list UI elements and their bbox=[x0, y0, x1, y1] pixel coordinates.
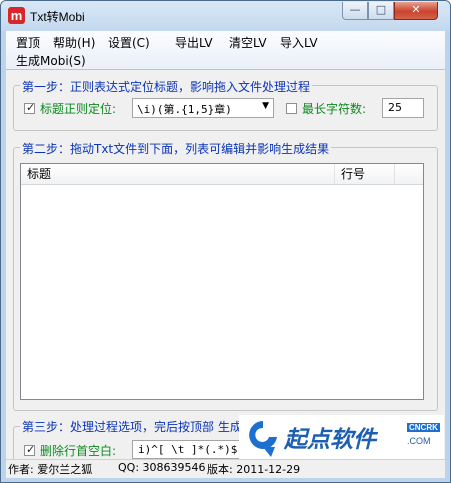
step1-legend: 第一步：正则表达式定位标题，影响拖入文件处理过程 bbox=[20, 78, 313, 95]
client-area: 第一步：正则表达式定位标题，影响拖入文件处理过程 ✓ 标题正则定位: \i)(第… bbox=[6, 70, 445, 459]
step2-legend: 第二步：拖动Txt文件到下面，列表可编辑并影响生成结果 bbox=[20, 140, 332, 157]
menu-bar: 置顶 帮助(H) 设置(C) 导出LV 清空LV 导入LV 生成Mobi(S) bbox=[6, 31, 445, 70]
chapter-list[interactable]: 标题 行号 bbox=[20, 163, 424, 400]
menu-generate-mobi[interactable]: 生成Mobi(S) bbox=[16, 52, 86, 69]
swirl-logo-icon bbox=[249, 421, 277, 457]
status-bar: 作者: 爱尔兰之狐 QQ: 308639546 版本: 2011-12-29 bbox=[6, 459, 445, 478]
menu-top[interactable]: 置顶 bbox=[16, 34, 40, 51]
status-author: 作者: 爱尔兰之狐 bbox=[8, 463, 93, 476]
maximize-button[interactable]: □ bbox=[368, 2, 394, 20]
window-title: Txt转Mobi bbox=[30, 10, 85, 24]
check-mark-icon: ✓ bbox=[26, 101, 36, 114]
regex-label: 标题正则定位: bbox=[40, 102, 117, 116]
check-mark-icon: ✓ bbox=[26, 443, 36, 456]
minimize-button[interactable]: — bbox=[342, 2, 368, 20]
watermark-sub: .COM bbox=[407, 436, 431, 446]
close-button[interactable]: ✕ bbox=[394, 2, 438, 20]
column-line[interactable]: 行号 bbox=[335, 164, 395, 184]
maxlen-label: 最长字符数: bbox=[302, 102, 367, 116]
watermark-text: 起点软件 bbox=[284, 427, 376, 453]
regex-value: \i)(第.{1,5}章) bbox=[137, 103, 232, 116]
menu-help[interactable]: 帮助(H) bbox=[53, 34, 95, 51]
regex-combo[interactable]: \i)(第.{1,5}章) ▼ bbox=[132, 98, 274, 118]
maxlen-input[interactable]: 25 bbox=[382, 98, 424, 118]
watermark-logo: 起点软件 CNCRK .COM bbox=[239, 415, 444, 459]
trim-input[interactable]: i)^[ \t ]*(.*)$ bbox=[132, 440, 244, 459]
menu-import-lv[interactable]: 导入LV bbox=[280, 34, 318, 51]
app-icon: m bbox=[8, 7, 25, 24]
trim-value: i)^[ \t ]*(.*)$ bbox=[138, 443, 238, 456]
trim-label: 删除行首空白: bbox=[40, 444, 117, 458]
list-header: 标题 行号 bbox=[21, 164, 423, 185]
watermark-badge: CNCRK bbox=[407, 423, 440, 432]
maxlen-value: 25 bbox=[388, 101, 402, 114]
trim-checkbox[interactable]: ✓ bbox=[24, 443, 36, 456]
regex-checkbox[interactable]: ✓ bbox=[24, 101, 36, 114]
status-version: 版本: 2011-12-29 bbox=[207, 463, 301, 476]
maxlen-checkbox[interactable] bbox=[286, 103, 297, 114]
menu-clear-lv[interactable]: 清空LV bbox=[229, 34, 267, 51]
app-window: m Txt转Mobi — □ ✕ 置顶 帮助(H) 设置(C) 导出LV 清空L… bbox=[0, 0, 451, 483]
menu-export-lv[interactable]: 导出LV bbox=[175, 34, 213, 51]
menu-settings[interactable]: 设置(C) bbox=[108, 34, 150, 51]
title-bar[interactable]: m Txt转Mobi — □ ✕ bbox=[1, 1, 450, 31]
status-qq: QQ: 308639546 bbox=[118, 461, 206, 474]
column-title[interactable]: 标题 bbox=[21, 164, 335, 184]
step3-legend: 第三步：处理过程选项，完后按顶部 生成 bbox=[20, 418, 244, 435]
chevron-down-icon[interactable]: ▼ bbox=[262, 101, 269, 111]
